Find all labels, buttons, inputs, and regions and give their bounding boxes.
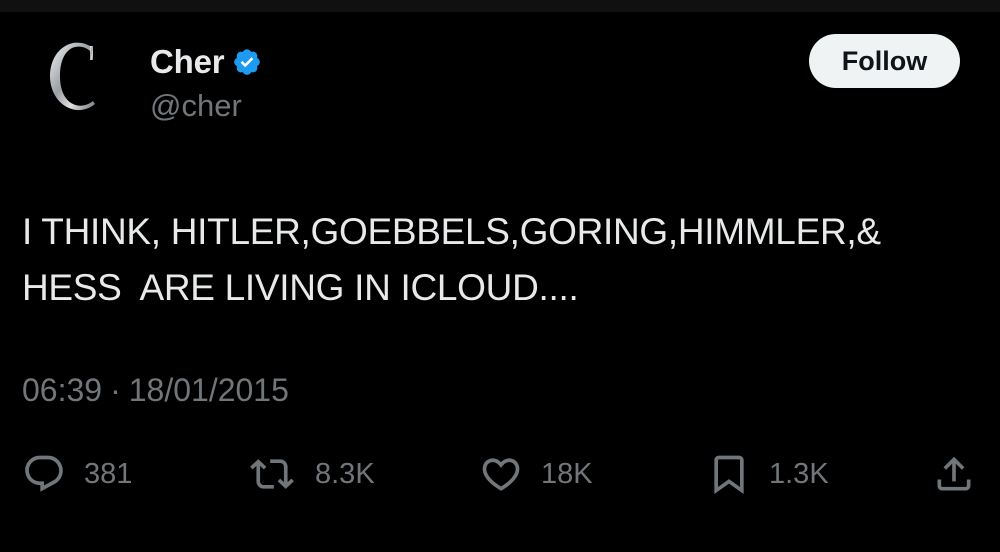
- name-row: Cher: [150, 42, 262, 82]
- like-button[interactable]: 18K: [479, 452, 593, 496]
- display-name[interactable]: Cher: [150, 43, 225, 81]
- verified-badge-icon[interactable]: [232, 47, 262, 77]
- heart-icon: [482, 458, 520, 491]
- bookmark-count: 1.3K: [769, 457, 829, 490]
- repost-icon: [250, 459, 294, 489]
- repost-button[interactable]: 8.3K: [247, 452, 375, 496]
- timestamp[interactable]: 06:39 · 18/01/2015: [22, 372, 289, 409]
- meta-separator: ·: [110, 372, 121, 408]
- share-icon: [937, 456, 971, 491]
- like-count: 18K: [541, 457, 593, 490]
- tweet-text: I THINK, HITLER,GOEBBELS,GORING,HIMMLER,…: [22, 211, 881, 308]
- share-button[interactable]: [932, 452, 976, 496]
- tweet-date: 18/01/2015: [128, 372, 289, 408]
- tweet-time: 06:39: [22, 372, 103, 408]
- top-edge: [0, 0, 1000, 12]
- reply-icon: [25, 455, 63, 492]
- bookmark-icon: [714, 455, 744, 495]
- handle[interactable]: @cher: [150, 88, 242, 124]
- repost-count: 8.3K: [315, 457, 375, 490]
- tweet-card: Cher @cher Follow I THINK, HITLER,GOEBBE…: [0, 0, 1000, 552]
- bookmark-button[interactable]: 1.3K: [707, 452, 829, 496]
- avatar[interactable]: [36, 36, 116, 116]
- follow-button[interactable]: Follow: [809, 34, 960, 88]
- letter-c-logo-icon: [50, 42, 95, 111]
- reply-count: 381: [84, 457, 133, 490]
- reply-button[interactable]: 381: [22, 452, 132, 496]
